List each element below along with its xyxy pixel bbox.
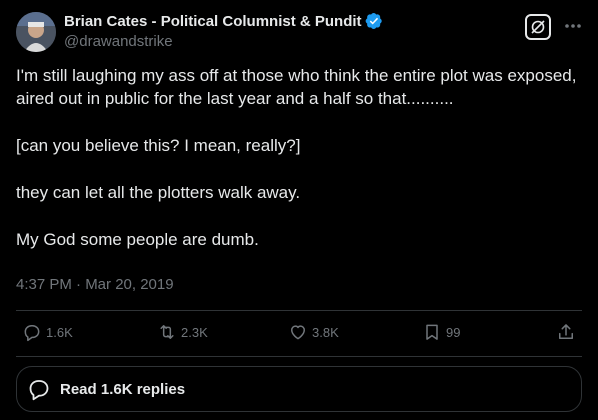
replies-bubble-icon [29,380,49,401]
share-button[interactable] [556,322,576,342]
like-button[interactable]: 3.8K [288,322,339,342]
repost-count: 2.3K [181,324,208,340]
author-handle[interactable]: @drawandstrike [64,33,173,50]
tweet-text: I'm still laughing my ass off at those w… [16,64,582,275]
share-icon [559,324,573,339]
author-display-name[interactable]: Brian Cates - Political Columnist & Pund… [64,13,362,30]
like-count: 3.8K [312,324,339,340]
bookmark-count: 99 [446,324,461,340]
bookmark-button[interactable]: 99 [422,322,460,342]
avatar[interactable] [16,12,56,52]
read-replies-label: Read 1.6K replies [60,380,186,398]
read-replies-button[interactable]: Read 1.6K replies [16,366,582,412]
repost-button[interactable]: 2.3K [157,322,208,342]
more-icon [565,24,581,28]
action-bar: 1.6K 2.3K 3.8K 99 [16,320,582,348]
tweet-paragraph: [can you believe this? I mean, really?] [16,136,301,155]
tweet-paragraph: I'm still laughing my ass off at those w… [16,66,577,108]
grok-icon [531,20,545,34]
reply-icon [24,325,40,342]
avatar-image [16,12,56,52]
reply-count: 1.6K [46,324,73,340]
tweet-paragraph: My God some people are dumb. [16,230,259,249]
more-options-button[interactable] [563,16,583,36]
author-name-row[interactable]: Brian Cates - Political Columnist & Pund… [64,12,383,30]
reply-button[interactable]: 1.6K [22,322,73,342]
bookmark-icon [426,324,438,340]
verified-badge-icon [365,12,382,30]
tweet-timestamp[interactable]: 4:37 PM · Mar 20, 2019 [16,276,174,293]
divider [16,356,582,357]
divider [16,310,582,311]
grok-button[interactable] [525,14,551,40]
tweet-paragraph: they can let all the plotters walk away. [16,183,301,202]
repost-icon [160,325,174,339]
like-icon [291,325,305,340]
